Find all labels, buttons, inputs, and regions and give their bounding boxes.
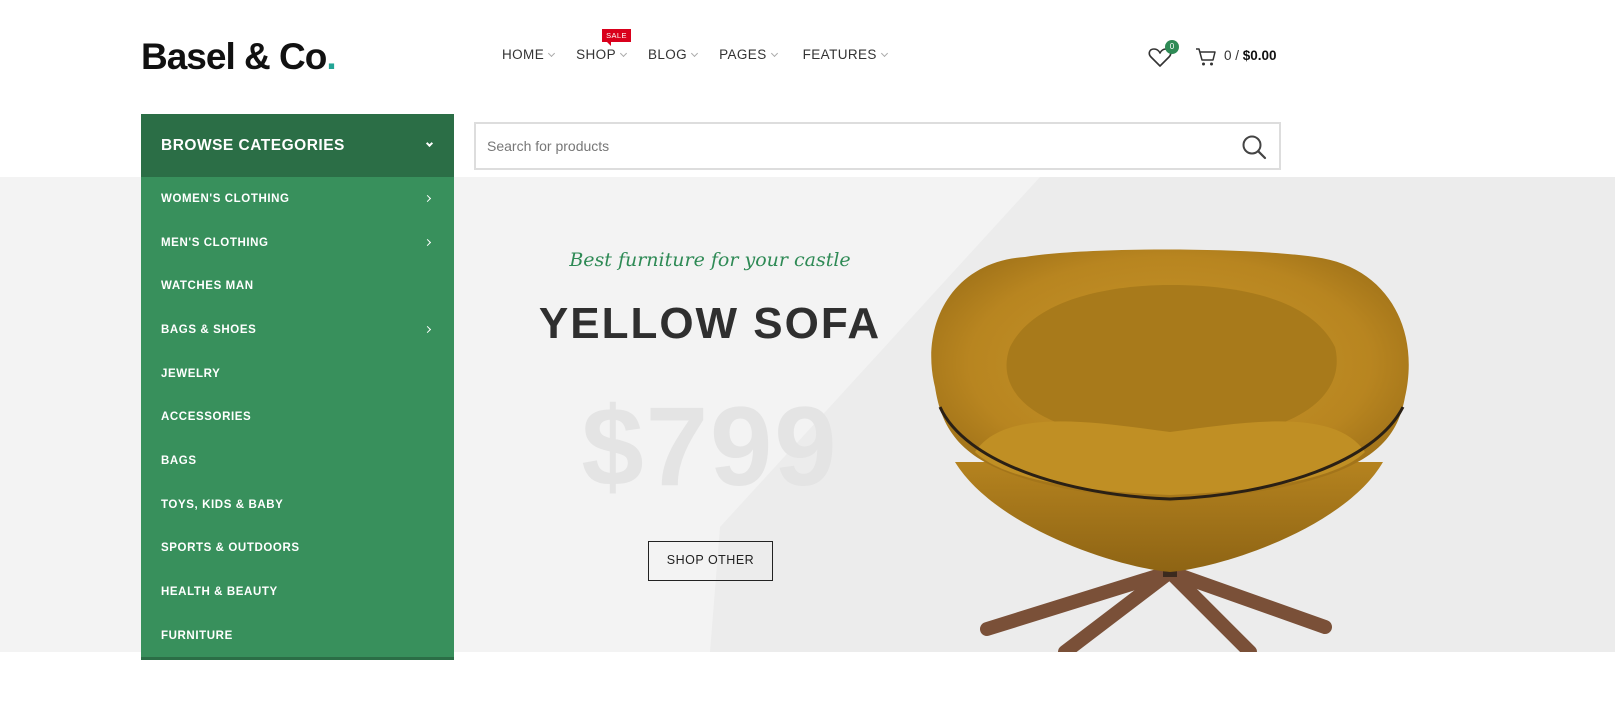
browse-categories-title: BROWSE CATEGORIES (161, 137, 345, 154)
nav-home[interactable]: HOME (502, 47, 556, 62)
category-bags[interactable]: BAGS (141, 439, 454, 483)
chevron-down-icon (880, 49, 888, 57)
product-search (474, 122, 1281, 170)
chevron-down-icon (770, 49, 778, 57)
chevron-right-icon (423, 326, 432, 334)
wishlist-count-badge: 0 (1165, 40, 1179, 54)
chevron-down-icon (548, 49, 556, 57)
sale-badge: SALE (602, 29, 631, 46)
chevron-right-icon (423, 238, 432, 246)
category-label: BAGS (161, 454, 197, 467)
nav-features[interactable]: FEATURES (802, 47, 888, 62)
brand-logo[interactable]: Basel & Co. (141, 36, 337, 78)
search-input[interactable] (476, 124, 1196, 168)
nav-home-label: HOME (502, 47, 545, 62)
category-watches-man[interactable]: WATCHES MAN (141, 264, 454, 308)
shop-other-button[interactable]: SHOP OTHER (648, 541, 773, 581)
category-label: SPORTS & OUTDOORS (161, 542, 300, 555)
nav-features-label: FEATURES (802, 47, 877, 62)
chevron-down-icon (425, 139, 434, 148)
cart-total: $0.00 (1242, 48, 1277, 63)
category-sports-outdoors[interactable]: SPORTS & OUTDOORS (141, 527, 454, 571)
category-label: FURNITURE (161, 629, 233, 642)
cart-count: 0 / (1224, 48, 1240, 63)
category-label: ACCESSORIES (161, 411, 252, 424)
browse-categories-toggle[interactable]: BROWSE CATEGORIES (141, 114, 454, 177)
nav-blog[interactable]: BLOG (647, 47, 699, 62)
category-list: WOMEN'S CLOTHING MEN'S CLOTHING WATCHES … (141, 177, 454, 660)
category-mens-clothing[interactable]: MEN'S CLOTHING (141, 221, 454, 265)
chevron-down-icon (691, 49, 699, 57)
category-label: WATCHES MAN (161, 280, 254, 293)
category-health-beauty[interactable]: HEALTH & BEAUTY (141, 570, 454, 614)
search-icon[interactable] (1241, 134, 1267, 160)
nav-pages[interactable]: PAGES (719, 47, 778, 62)
category-label: MEN'S CLOTHING (161, 236, 269, 249)
category-jewelry[interactable]: JEWELRY (141, 352, 454, 396)
category-label: WOMEN'S CLOTHING (161, 192, 290, 205)
site-header: Basel & Co. HOME SALE SHOP BLOG PAGES FE… (0, 0, 1615, 114)
hero-title: YELLOW SOFA (538, 299, 882, 348)
brand-dot: . (326, 36, 336, 77)
brand-name: Basel & Co (141, 36, 327, 77)
category-label: BAGS & SHOES (161, 323, 257, 336)
category-bags-shoes[interactable]: BAGS & SHOES (141, 308, 454, 352)
category-toys-kids-baby[interactable]: TOYS, KIDS & BABY (141, 483, 454, 527)
cart-summary[interactable]: 0 / $0.00 (1224, 48, 1277, 63)
main-nav: HOME SALE SHOP BLOG PAGES FEATURES (502, 29, 909, 62)
chevron-right-icon (423, 194, 432, 203)
category-label: TOYS, KIDS & BABY (161, 498, 284, 511)
category-furniture[interactable]: FURNITURE (141, 614, 454, 658)
chevron-down-icon (619, 49, 628, 57)
category-label: JEWELRY (161, 367, 221, 380)
nav-shop-label: SHOP (576, 47, 616, 62)
yellow-sofa-image (931, 249, 1409, 652)
hero-tagline: Best furniture for your castle (569, 249, 851, 271)
nav-shop[interactable]: SALE SHOP (576, 29, 631, 62)
category-womens-clothing[interactable]: WOMEN'S CLOTHING (141, 177, 454, 221)
hero-price: $799 (581, 384, 839, 509)
cart-icon[interactable] (1195, 47, 1217, 67)
category-accessories[interactable]: ACCESSORIES (141, 395, 454, 439)
nav-pages-label: PAGES (719, 47, 767, 62)
nav-blog-label: BLOG (647, 47, 688, 62)
category-label: HEALTH & BEAUTY (161, 586, 278, 599)
